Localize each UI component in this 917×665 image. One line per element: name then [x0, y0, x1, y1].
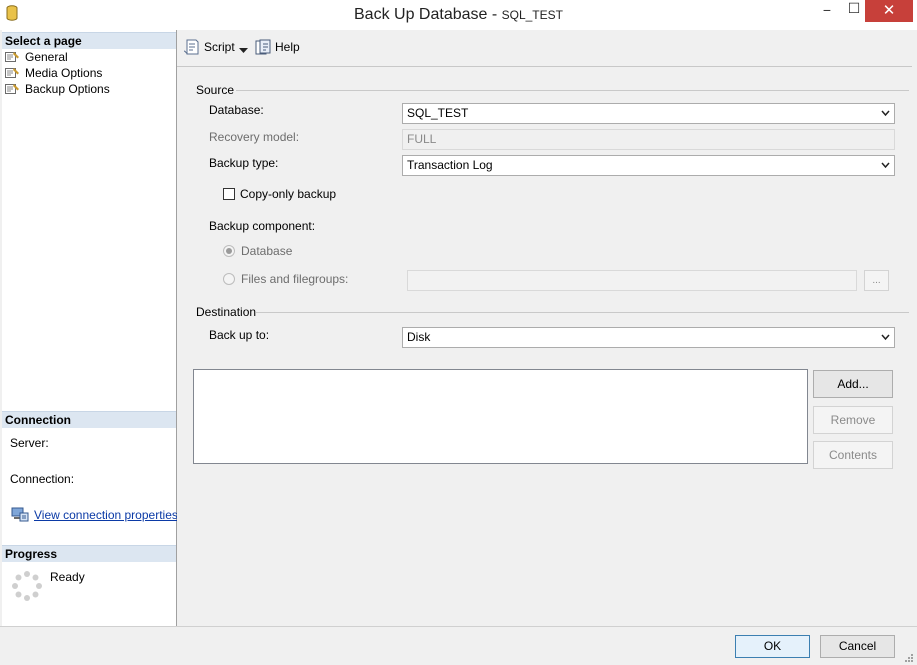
radio-selected-dot	[226, 248, 232, 254]
chevron-down-icon	[881, 162, 890, 169]
contents-button: Contents	[813, 441, 893, 469]
database-label: Database:	[209, 103, 264, 117]
radio-files-filegroups-label: Files and filegroups:	[241, 272, 349, 286]
connection-label: Connection:	[10, 472, 75, 486]
progress-spinner-icon	[12, 571, 42, 601]
radio-files-filegroups	[223, 273, 235, 285]
copy-only-backup-checkbox[interactable]	[223, 188, 235, 200]
window-title-text: Back Up Database -	[354, 6, 502, 23]
connection-header: Connection	[2, 411, 176, 428]
page-wrench-icon	[5, 52, 19, 62]
select-page-header: Select a page	[2, 32, 176, 49]
cancel-button[interactable]: Cancel	[820, 635, 895, 658]
backup-component-label: Backup component:	[209, 219, 316, 233]
copy-only-backup-label: Copy-only backup	[240, 187, 337, 201]
page-item-label: Backup Options	[25, 82, 110, 96]
browse-filegroups-button: ...	[864, 270, 889, 291]
radio-database	[223, 245, 235, 257]
chevron-down-icon	[881, 110, 890, 117]
resize-grip-icon[interactable]	[903, 652, 914, 663]
back-up-to-label: Back up to:	[209, 328, 270, 342]
add-destination-button[interactable]: Add...	[813, 370, 893, 398]
backup-type-label: Backup type:	[209, 156, 279, 170]
backup-type-select[interactable]: Transaction Log	[402, 155, 895, 176]
remove-destination-button: Remove	[813, 406, 893, 434]
filegroups-field	[407, 270, 857, 291]
recovery-model-label: Recovery model:	[209, 130, 300, 144]
destination-group-divider	[256, 312, 909, 313]
script-dropdown-arrow[interactable]	[239, 43, 248, 57]
title-bar: Back Up Database - SQL_TEST − ☐ ✕	[0, 0, 917, 30]
window-title: Back Up Database - SQL_TEST	[0, 6, 917, 24]
minimize-button[interactable]: −	[812, 2, 842, 24]
page-wrench-icon	[5, 84, 19, 94]
progress-status: Ready	[50, 570, 85, 584]
database-select[interactable]: SQL_TEST	[402, 103, 895, 124]
back-up-to-value: Disk	[407, 330, 431, 344]
source-group-divider	[236, 90, 909, 91]
database-select-value: SQL_TEST	[407, 104, 483, 123]
close-button[interactable]: ✕	[865, 0, 913, 22]
destination-group-label: Destination	[196, 305, 257, 319]
page-item-general[interactable]: General	[5, 49, 68, 65]
server-label: Server:	[10, 436, 49, 450]
page-item-backup-options[interactable]: Backup Options	[5, 81, 110, 97]
back-up-to-select[interactable]: Disk	[402, 327, 895, 348]
chevron-down-icon	[239, 48, 248, 53]
ok-button[interactable]: OK	[735, 635, 810, 658]
script-label: Script	[204, 40, 235, 54]
page-item-label: Media Options	[25, 66, 103, 80]
page-wrench-icon	[5, 68, 19, 78]
progress-header: Progress	[2, 545, 176, 562]
source-group-label: Source	[196, 83, 235, 97]
page-item-label: General	[25, 50, 68, 64]
left-pane	[2, 30, 177, 626]
help-book-icon	[255, 39, 271, 55]
connection-properties-icon	[11, 507, 29, 522]
script-icon	[184, 39, 199, 55]
view-connection-properties-link[interactable]: View connection properties	[34, 508, 178, 522]
radio-database-label: Database	[241, 244, 293, 258]
chevron-down-icon	[881, 334, 890, 341]
recovery-model-field: FULL	[402, 129, 895, 150]
backup-type-value: Transaction Log	[407, 158, 493, 172]
recovery-model-value: FULL	[407, 132, 437, 146]
page-item-media-options[interactable]: Media Options	[5, 65, 102, 81]
window-title-database: SQL_TEST	[501, 8, 563, 22]
destination-list[interactable]	[193, 369, 808, 464]
help-label: Help	[275, 40, 300, 54]
